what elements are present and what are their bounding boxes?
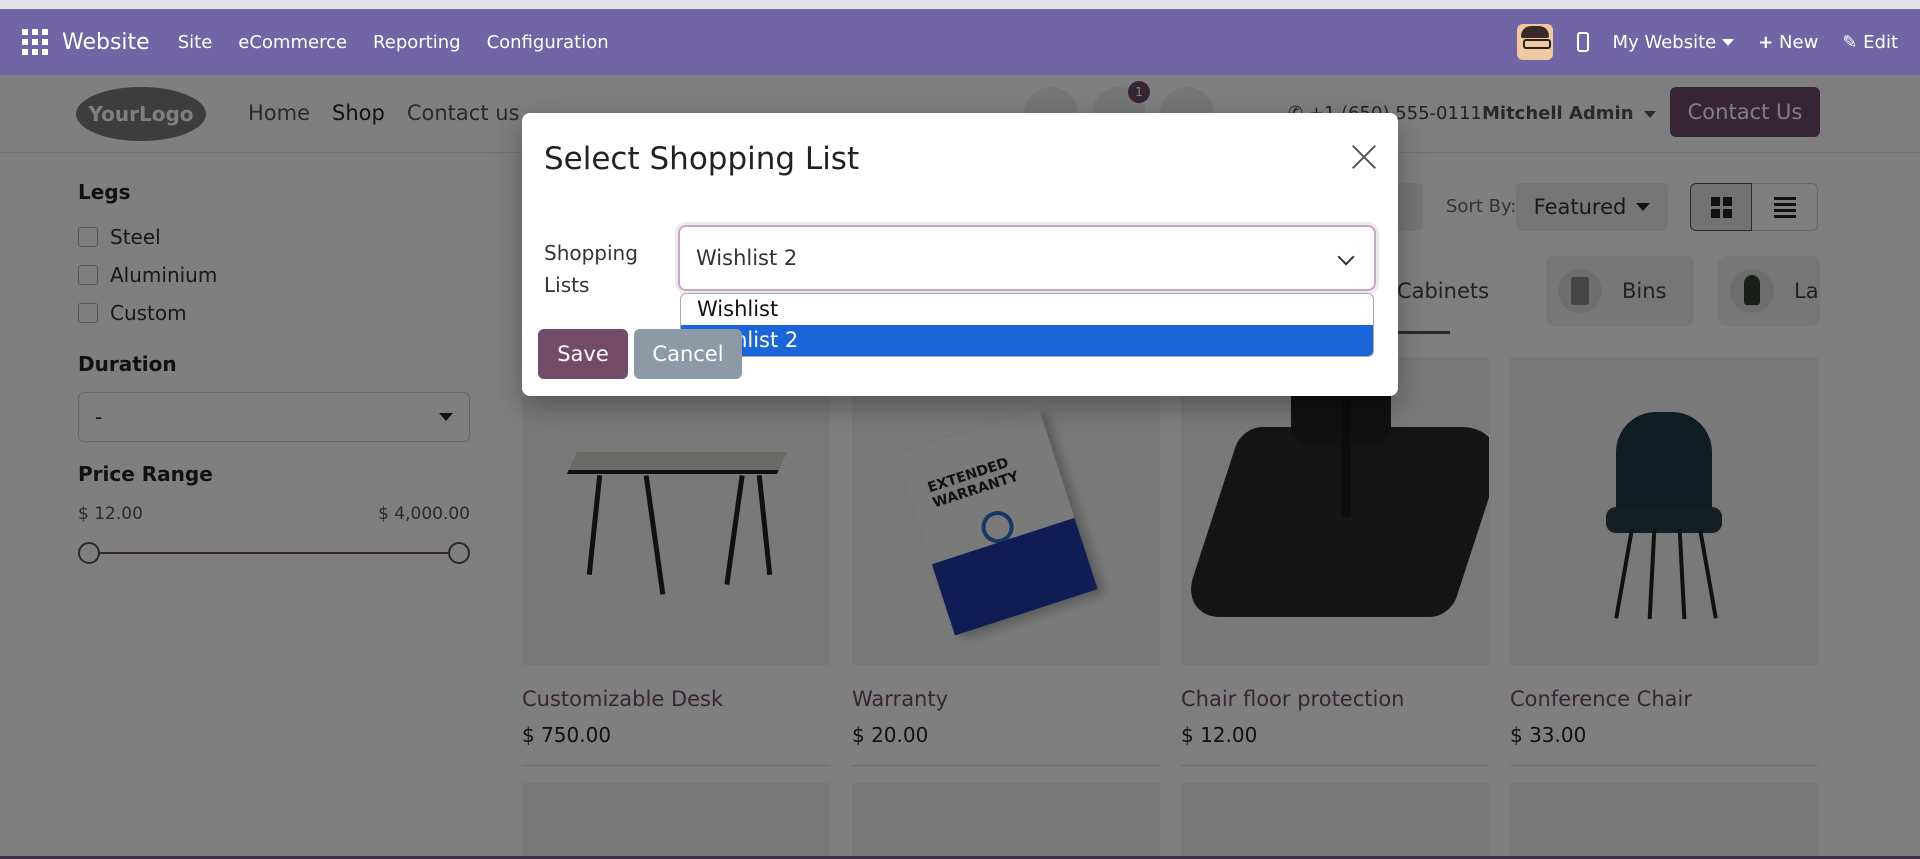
menu-configuration[interactable]: Configuration — [487, 32, 609, 53]
menu-site[interactable]: Site — [178, 32, 213, 53]
app-name[interactable]: Website — [62, 30, 150, 55]
dialog-title: Select Shopping List — [544, 141, 860, 177]
odoo-topbar: Website Site eCommerce Reporting Configu… — [0, 9, 1920, 75]
select-shopping-list-dialog: Select Shopping List Shopping Lists Wish… — [522, 113, 1398, 396]
shopping-list-options: Wishlist Wishlist 2 — [680, 293, 1374, 357]
website-selector[interactable]: My Website — [1613, 32, 1735, 53]
new-button[interactable]: + New — [1758, 32, 1818, 53]
menu-ecommerce[interactable]: eCommerce — [238, 32, 347, 53]
website-selector-label: My Website — [1612, 31, 1717, 53]
browser-strip — [0, 0, 1920, 9]
selected-value: Wishlist 2 — [696, 246, 798, 270]
topbar-right: My Website + New ✎ Edit — [1516, 9, 1898, 75]
user-avatar[interactable] — [1516, 24, 1553, 60]
caret-down-icon — [1722, 39, 1735, 46]
pencil-icon: ✎ — [1842, 31, 1858, 53]
top-menu: Site eCommerce Reporting Configuration — [178, 32, 609, 53]
chevron-down-icon — [1337, 248, 1355, 266]
new-label: New — [1779, 31, 1819, 53]
menu-reporting[interactable]: Reporting — [373, 32, 461, 53]
mobile-preview-icon[interactable] — [1576, 32, 1589, 52]
plus-icon: + — [1758, 31, 1774, 53]
apps-grid-icon[interactable] — [22, 29, 48, 55]
shopping-lists-label: Shopping Lists — [544, 241, 638, 297]
close-icon[interactable] — [1348, 141, 1380, 173]
save-button[interactable]: Save — [538, 329, 628, 379]
cancel-button[interactable]: Cancel — [634, 329, 742, 379]
edit-button[interactable]: ✎ Edit — [1842, 32, 1898, 53]
edit-label: Edit — [1863, 31, 1898, 53]
option-wishlist-2[interactable]: Wishlist 2 — [681, 325, 1373, 356]
shopping-list-select[interactable]: Wishlist 2 — [678, 225, 1376, 291]
option-wishlist[interactable]: Wishlist — [681, 294, 1373, 325]
